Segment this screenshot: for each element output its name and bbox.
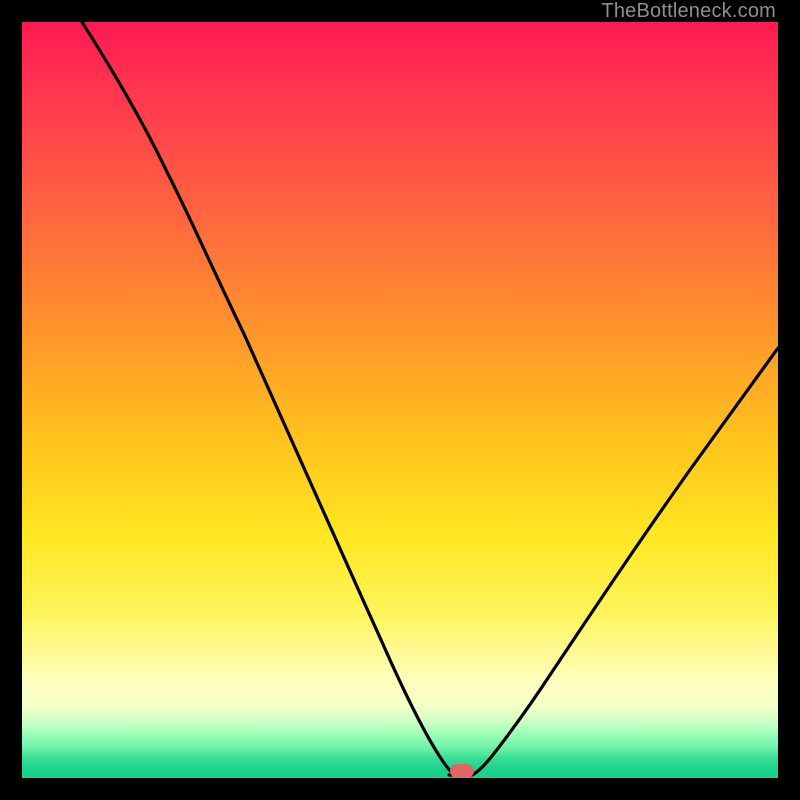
plot-area (22, 22, 778, 778)
curve-right-branch (472, 348, 778, 775)
curve-left-branch (82, 22, 455, 775)
watermark-text: TheBottleneck.com (601, 0, 776, 23)
chart-frame: TheBottleneck.com (0, 0, 800, 800)
optimal-marker (450, 764, 474, 778)
bottleneck-curve (22, 22, 778, 778)
